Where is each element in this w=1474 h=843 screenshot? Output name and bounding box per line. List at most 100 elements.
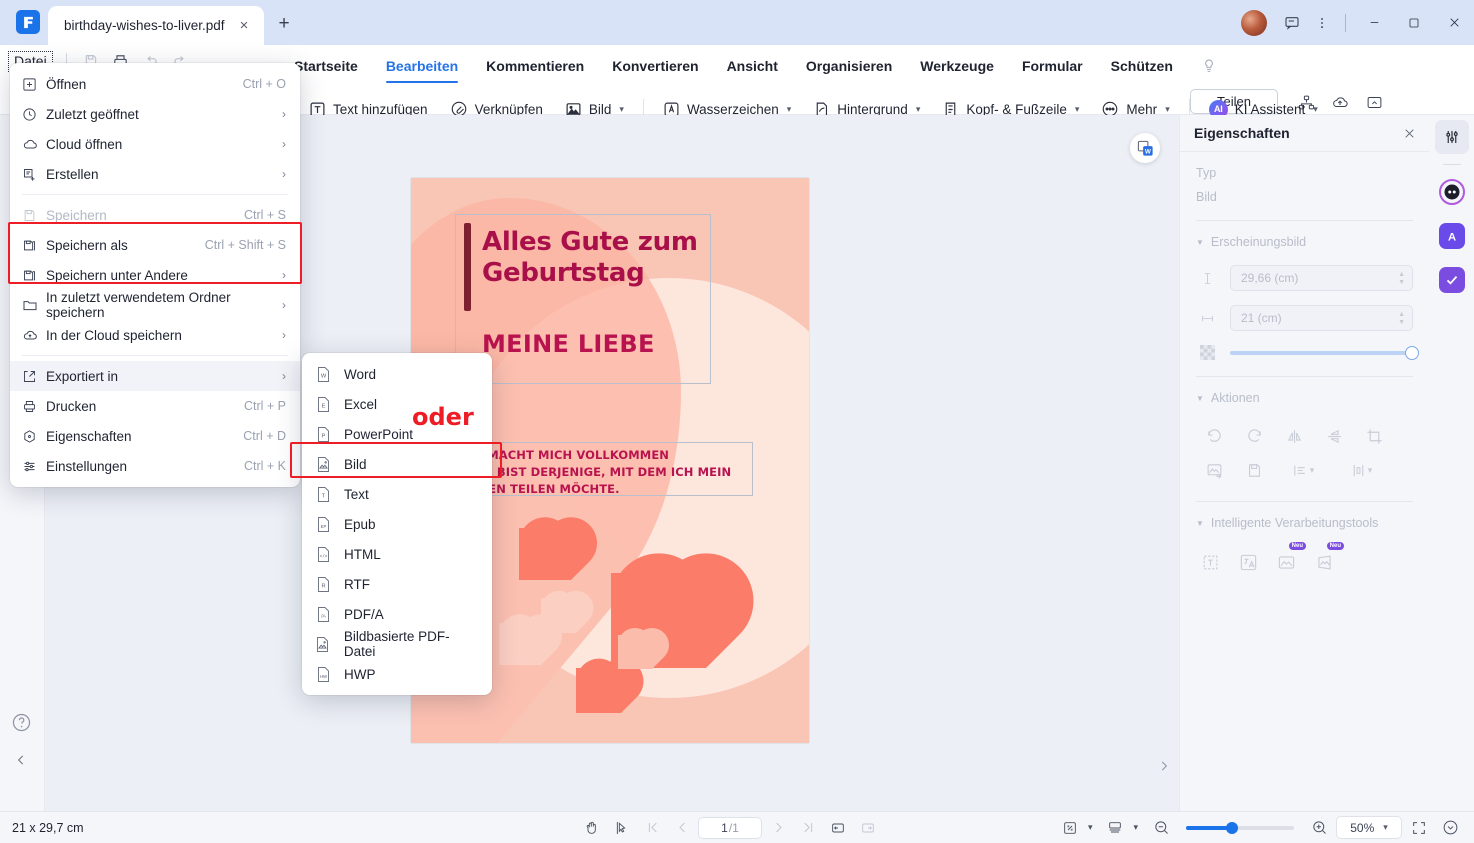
new-tab-button[interactable]: +	[272, 12, 296, 36]
export-item-epub[interactable]: EP Epub	[302, 509, 492, 539]
tab-organisieren[interactable]: Organisieren	[792, 45, 906, 87]
stepper-icon[interactable]: ▲ ▼	[1398, 311, 1405, 326]
page-number-input[interactable]: 1 /1	[698, 816, 762, 839]
hand-tool-icon[interactable]	[578, 816, 606, 840]
export-item-bild[interactable]: Bild	[302, 449, 492, 479]
translate-image-icon[interactable]	[1234, 548, 1262, 576]
opacity-slider[interactable]	[1230, 345, 1419, 360]
replace-image-icon[interactable]	[1196, 455, 1232, 485]
continuous-scroll-icon[interactable]	[824, 816, 852, 840]
maximize-button[interactable]	[1394, 0, 1434, 45]
translate-button[interactable]: A	[1429, 214, 1474, 258]
first-page-icon[interactable]	[638, 816, 666, 840]
tab-formular[interactable]: Formular	[1008, 45, 1097, 87]
document-tab[interactable]: birthday-wishes-to-liver.pdf ×	[48, 6, 264, 45]
tab-schuetzen[interactable]: Schützen	[1097, 45, 1187, 87]
zoom-in-icon[interactable]	[1305, 816, 1333, 840]
chevron-down-icon[interactable]: ▾	[1088, 822, 1093, 833]
close-icon[interactable]: ×	[234, 16, 254, 36]
tasks-button[interactable]	[1429, 258, 1474, 302]
export-item-hwp[interactable]: HW HWP	[302, 659, 492, 689]
distribute-icon[interactable]: ▾	[1334, 455, 1388, 485]
image-enhance-icon[interactable]: Neu	[1272, 542, 1306, 576]
page-layout-icon[interactable]	[1101, 816, 1129, 840]
export-item-rtf[interactable]: R RTF	[302, 569, 492, 599]
close-window-button[interactable]	[1434, 0, 1474, 45]
properties-icon	[22, 429, 46, 444]
single-page-icon[interactable]	[854, 816, 882, 840]
feedback-icon[interactable]	[1277, 8, 1307, 38]
width-input[interactable]: 21 (cm) ▲ ▼	[1230, 305, 1413, 331]
export-item-pdfa[interactable]: /A PDF/A	[302, 599, 492, 629]
next-page-arrow-icon[interactable]	[1157, 759, 1171, 773]
minimize-button[interactable]	[1354, 0, 1394, 45]
export-item-html[interactable]: </> HTML	[302, 539, 492, 569]
menu-item-in-zuletzt-verwendetem-ordner-speichern[interactable]: In zuletzt verwendetem Ordner speichern …	[10, 290, 300, 320]
height-input[interactable]: 29,66 (cm) ▲ ▼	[1230, 265, 1413, 291]
smart-tools-section-header[interactable]: ▼ Intelligente Verarbeitungstools	[1196, 516, 1413, 530]
slider-handle[interactable]	[1405, 345, 1419, 360]
ai-chat-button[interactable]	[1429, 170, 1474, 214]
export-item-text[interactable]: T Text	[302, 479, 492, 509]
next-page-icon[interactable]	[764, 816, 792, 840]
menu-item-exportiert-in[interactable]: Exportiert in ›	[10, 361, 300, 391]
zoom-slider[interactable]	[1186, 821, 1294, 834]
title-text-box[interactable]: Alles Gute zum Geburtstag MEINE LIEBE	[455, 214, 711, 384]
save-image-icon[interactable]	[1236, 455, 1272, 485]
expand-statusbar-icon[interactable]	[1436, 816, 1464, 840]
menu-item-speichern-als[interactable]: Speichern als Ctrl + Shift + S	[10, 230, 300, 260]
export-item-bildbasierte-pdf-datei[interactable]: Bildbasierte PDF-Datei	[302, 629, 492, 659]
divider	[1345, 13, 1346, 32]
menu-item-zuletzt-geoeffnet[interactable]: Zuletzt geöffnet ›	[10, 99, 300, 129]
crop-icon[interactable]	[1356, 421, 1392, 451]
tips-bulb-icon[interactable]	[1201, 58, 1217, 74]
file-menu-dropdown[interactable]: Öffnen Ctrl + O Zuletzt geöffnet › Cloud…	[10, 63, 300, 487]
divider	[1196, 501, 1413, 502]
rotate-right-icon[interactable]	[1236, 421, 1272, 451]
height-field[interactable]: 29,66 (cm) ▲ ▼	[1196, 265, 1413, 291]
ocr-text-icon[interactable]	[1196, 548, 1224, 576]
menu-item-in-der-cloud-speichern[interactable]: In der Cloud speichern ›	[10, 320, 300, 350]
menu-item-eigenschaften[interactable]: Eigenschaften Ctrl + D	[10, 421, 300, 451]
rotate-left-icon[interactable]	[1196, 421, 1232, 451]
tab-werkzeuge[interactable]: Werkzeuge	[906, 45, 1008, 87]
chevron-down-icon[interactable]: ▾	[1133, 822, 1138, 833]
zoom-out-icon[interactable]	[1147, 816, 1175, 840]
collapse-left-panel-icon[interactable]	[14, 753, 28, 767]
avatar[interactable]	[1241, 9, 1267, 36]
export-item-word[interactable]: W Word	[302, 359, 492, 389]
flip-horizontal-icon[interactable]	[1276, 421, 1312, 451]
flip-vertical-icon[interactable]	[1316, 421, 1352, 451]
image-deskew-icon[interactable]: Neu	[1310, 542, 1344, 576]
fullscreen-icon[interactable]	[1405, 816, 1433, 840]
last-page-icon[interactable]	[794, 816, 822, 840]
menu-item-speichern-unter-andere[interactable]: Speichern unter Andere ›	[10, 260, 300, 290]
menu-item-einstellungen[interactable]: Einstellungen Ctrl + K	[10, 451, 300, 481]
word-convert-icon[interactable]: W	[1130, 133, 1160, 163]
fit-mode-icon[interactable]	[1056, 816, 1084, 840]
close-icon[interactable]	[1403, 127, 1416, 140]
menu-item-oeffnen[interactable]: Öffnen Ctrl + O	[10, 69, 300, 99]
select-tool-icon[interactable]	[608, 816, 636, 840]
tab-kommentieren[interactable]: Kommentieren	[472, 45, 598, 87]
appearance-section-header[interactable]: ▼ Erscheinungsbild	[1196, 235, 1413, 249]
tab-bearbeiten[interactable]: Bearbeiten	[372, 45, 472, 87]
align-icon[interactable]: ▾	[1276, 455, 1330, 485]
cloud-upload-icon[interactable]	[1326, 89, 1354, 115]
actions-section-header[interactable]: ▼ Aktionen	[1196, 391, 1413, 405]
menu-item-cloud-oeffnen[interactable]: Cloud öffnen ›	[10, 129, 300, 159]
tab-ansicht[interactable]: Ansicht	[713, 45, 792, 87]
stepper-icon[interactable]: ▲ ▼	[1398, 271, 1405, 286]
menu-item-drucken[interactable]: Drucken Ctrl + P	[10, 391, 300, 421]
more-menu-icon[interactable]	[1307, 8, 1337, 38]
properties-toggle-button[interactable]	[1429, 115, 1474, 159]
body-text-box[interactable]: DU MACHT MICH VOLLKOMMEN UND BIST DERJEN…	[455, 442, 753, 496]
zoom-level-select[interactable]: 50% ▾	[1336, 816, 1402, 839]
tab-konvertieren[interactable]: Konvertieren	[598, 45, 712, 87]
width-field[interactable]: 21 (cm) ▲ ▼	[1196, 305, 1413, 331]
zoom-slider-handle[interactable]	[1226, 821, 1238, 834]
previous-page-icon[interactable]	[668, 816, 696, 840]
help-icon[interactable]	[11, 712, 32, 733]
collapse-ribbon-icon[interactable]	[1360, 89, 1388, 115]
menu-item-erstellen[interactable]: Erstellen ›	[10, 159, 300, 189]
